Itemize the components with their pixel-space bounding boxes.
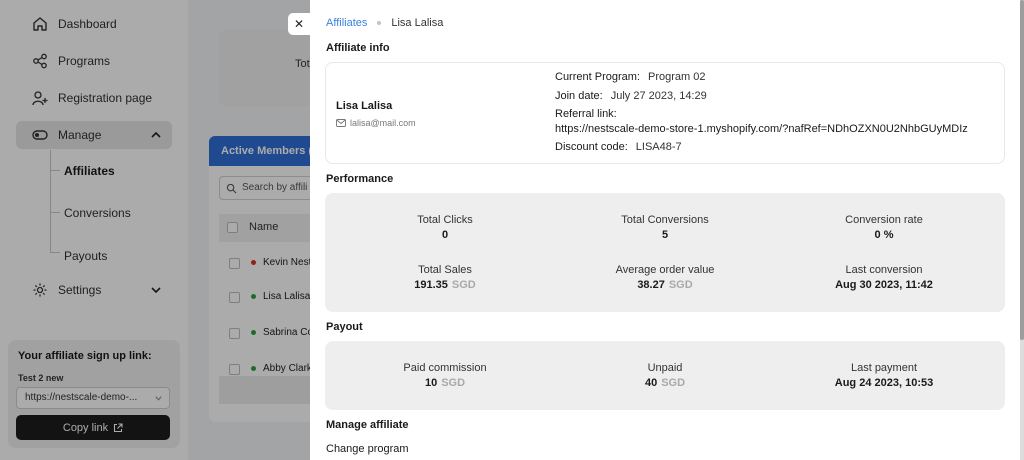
stat-label: Unpaid bbox=[647, 362, 683, 374]
referral-link-label: Referral link: bbox=[555, 108, 617, 120]
stat-value: 0 bbox=[441, 229, 449, 241]
breadcrumb-affiliates-link[interactable]: Affiliates bbox=[326, 17, 367, 29]
join-date-row: Join date: July 27 2023, 14:29 bbox=[555, 90, 707, 102]
stat-label: Last payment bbox=[850, 362, 918, 374]
stat-unpaid: Unpaid 40 SGD bbox=[565, 362, 765, 389]
referral-link-value[interactable]: https://nestscale-demo-store-1.myshopify… bbox=[555, 123, 968, 135]
stat-conversion-rate: Conversion rate 0 % bbox=[784, 214, 984, 241]
stat-amount: 191.35 bbox=[414, 279, 448, 291]
currency-label: SGD bbox=[668, 279, 693, 291]
currency-label: SGD bbox=[661, 377, 686, 389]
current-program-row: Current Program: Program 02 bbox=[555, 71, 705, 83]
breadcrumb-current: Lisa Lalisa bbox=[391, 17, 444, 29]
stat-value: 0 % bbox=[874, 229, 894, 241]
stat-label: Total Sales bbox=[418, 264, 472, 276]
close-icon: ✕ bbox=[293, 17, 305, 31]
close-drawer-button[interactable]: ✕ bbox=[288, 13, 310, 35]
stat-total-sales: Total Sales 191.35 SGD bbox=[345, 264, 545, 291]
join-date-value: July 27 2023, 14:29 bbox=[610, 90, 707, 102]
section-title-payout: Payout bbox=[326, 321, 363, 333]
currency-label: SGD bbox=[441, 377, 466, 389]
mail-icon bbox=[336, 119, 346, 127]
stat-total-conversions: Total Conversions 5 bbox=[565, 214, 765, 241]
stat-value: 10 SGD bbox=[345, 377, 545, 389]
affiliate-detail-drawer: Affiliates Lisa Lalisa Affiliate info Li… bbox=[310, 0, 1020, 460]
currency-label: SGD bbox=[451, 279, 476, 291]
stat-last-payment: Last payment Aug 24 2023, 10:53 bbox=[784, 362, 984, 389]
affiliate-email-text: lalisa@mail.com bbox=[350, 118, 416, 128]
stat-value: Aug 30 2023, 11:42 bbox=[835, 279, 933, 291]
join-date-label: Join date: bbox=[555, 90, 603, 102]
stat-value: 191.35 SGD bbox=[345, 279, 545, 291]
current-program-value: Program 02 bbox=[647, 71, 706, 83]
stat-average-order-value: Average order value 38.27 SGD bbox=[565, 264, 765, 291]
discount-code-row: Discount code: LISA48-7 bbox=[555, 141, 682, 153]
stat-paid-commission: Paid commission 10 SGD bbox=[345, 362, 545, 389]
stat-value: 5 bbox=[661, 229, 669, 241]
discount-code-label: Discount code: bbox=[555, 141, 628, 153]
affiliate-name: Lisa Lalisa bbox=[336, 100, 393, 112]
section-title-manage-affiliate: Manage affiliate bbox=[326, 419, 409, 431]
change-program-link[interactable]: Change program bbox=[326, 443, 409, 455]
affiliate-email: lalisa@mail.com bbox=[336, 118, 416, 128]
breadcrumb: Affiliates Lisa Lalisa bbox=[326, 17, 443, 29]
stat-total-clicks: Total Clicks 0 bbox=[345, 214, 545, 241]
stat-label: Total Conversions bbox=[621, 214, 709, 226]
discount-code-value: LISA48-7 bbox=[635, 141, 682, 153]
stat-label: Conversion rate bbox=[845, 214, 923, 226]
breadcrumb-separator bbox=[377, 21, 382, 25]
section-title-performance: Performance bbox=[326, 173, 394, 185]
stat-value: 40 SGD bbox=[565, 377, 765, 389]
scrollbar-thumb[interactable] bbox=[1020, 0, 1024, 340]
stat-label: Last conversion bbox=[845, 264, 923, 276]
performance-card: Total Clicks 0 Total Conversions 5 Conve… bbox=[325, 193, 1005, 312]
stat-last-conversion: Last conversion Aug 30 2023, 11:42 bbox=[784, 264, 984, 291]
stat-amount: 40 bbox=[644, 377, 658, 389]
stat-label: Average order value bbox=[615, 264, 715, 276]
payout-card: Paid commission 10 SGD Unpaid 40 SGD Last … bbox=[325, 341, 1005, 410]
stat-value: 38.27 SGD bbox=[565, 279, 765, 291]
affiliate-info-card: Lisa Lalisa lalisa@mail.com Current Prog… bbox=[325, 62, 1005, 164]
stat-label: Total Clicks bbox=[417, 214, 473, 226]
stat-amount: 10 bbox=[424, 377, 438, 389]
section-title-affiliate-info: Affiliate info bbox=[326, 42, 390, 54]
stat-amount: 38.27 bbox=[637, 279, 665, 291]
stat-label: Paid commission bbox=[403, 362, 487, 374]
current-program-label: Current Program: bbox=[555, 71, 640, 83]
stat-value: Aug 24 2023, 10:53 bbox=[834, 377, 934, 389]
